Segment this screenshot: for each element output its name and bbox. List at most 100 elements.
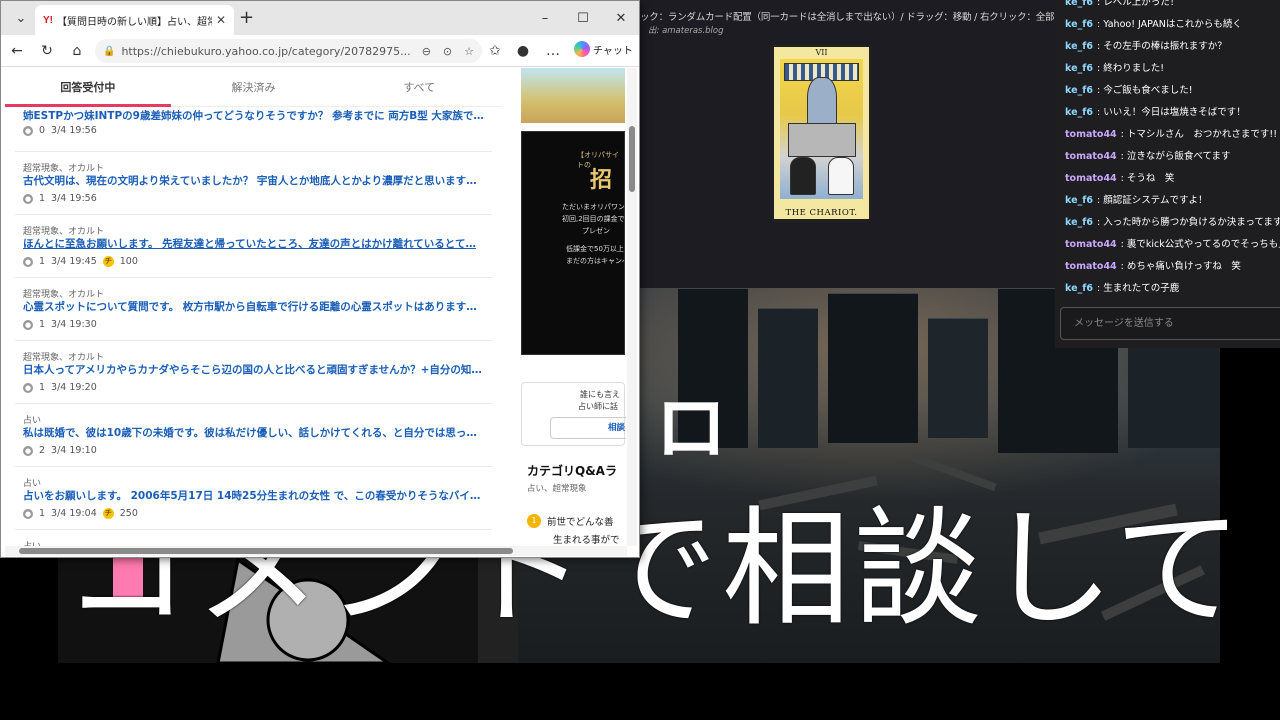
more-page-icon[interactable]: ⊙ bbox=[443, 45, 452, 58]
chat-message: tomato44: トマシルさん おつかれさまです!! bbox=[1065, 129, 1278, 140]
chat-username[interactable]: tomato44 bbox=[1065, 173, 1117, 184]
scroll-thumb[interactable] bbox=[19, 548, 513, 554]
horizontal-scrollbar[interactable] bbox=[5, 546, 627, 556]
chat-username[interactable]: ke_f6 bbox=[1065, 107, 1093, 118]
minimize-button[interactable]: – bbox=[525, 1, 565, 35]
question-meta: ● 1 3/4 19:30 bbox=[23, 319, 97, 330]
tab-open[interactable]: 回答受付中 bbox=[5, 68, 171, 107]
question-meta: ● 0 3/4 19:56 bbox=[23, 125, 97, 136]
question-date: 3/4 19:10 bbox=[51, 445, 97, 456]
copilot-icon bbox=[574, 41, 590, 57]
tab-all[interactable]: すべて bbox=[336, 68, 502, 106]
home-icon[interactable]: ⌂ bbox=[63, 35, 91, 67]
question-item[interactable]: 占い 私は既婚で、彼は10歳下の未婚です。彼は私だけ優しい、話しかけてくれる、と自… bbox=[15, 404, 492, 467]
chat-message: tomato44: 泣きながら飯食べてます bbox=[1065, 151, 1231, 162]
question-date: 3/4 19:04 bbox=[51, 508, 97, 519]
favorites-icon[interactable]: ✩ bbox=[481, 35, 509, 67]
chat-username[interactable]: ke_f6 bbox=[1065, 19, 1093, 30]
question-title[interactable]: 姉ESTPかつ妹INTPの9歳差姉妹の仲ってどうなりそうですか？ 参考までに 両… bbox=[23, 108, 489, 123]
chat-message: ke_f6: 入った時から勝つか負けるか決まってます... bbox=[1055, 212, 1280, 234]
tarot-number: VII bbox=[815, 48, 828, 57]
chat-message: ke_f6: Yahoo! JAPANはこれからも続く bbox=[1065, 19, 1242, 30]
profile-avatar-icon[interactable]: ● bbox=[509, 35, 537, 67]
answer-count-icon: ● bbox=[23, 256, 33, 267]
chat-text: Yahoo! JAPANはこれからも続く bbox=[1103, 19, 1242, 30]
tarot-figure bbox=[807, 77, 837, 127]
question-item[interactable]: 姉ESTPかつ妹INTPの9歳差姉妹の仲ってどうなりそうですか？ 参考までに 両… bbox=[15, 108, 492, 152]
question-item[interactable]: 超常現象、オカルト ほんとに至急お願いします。 先程友達と帰っていたところ、友達の… bbox=[15, 215, 492, 278]
chat-text: レベル上がった！ bbox=[1103, 0, 1180, 8]
question-date: 3/4 19:45 bbox=[51, 256, 97, 267]
maximize-button[interactable]: ☐ bbox=[563, 1, 603, 35]
ad-line: ただいまオリパワン bbox=[562, 203, 625, 211]
vertical-scrollbar[interactable] bbox=[627, 68, 637, 546]
chat-message: tomato44: そうね 笑 bbox=[1065, 173, 1175, 184]
new-tab-plus-icon[interactable]: + bbox=[239, 7, 254, 28]
coin-icon: チ bbox=[102, 508, 114, 519]
answer-count: 1 bbox=[39, 193, 46, 204]
rank-line: 前世でどんな善 bbox=[547, 517, 614, 528]
question-date: 3/4 19:56 bbox=[51, 193, 97, 204]
browser-tab[interactable]: Y! 【質問日時の新しい順】占い、超常現象 ✕ bbox=[35, 5, 234, 35]
page-content: 回答受付中 解決済み すべて 姉ESTPかつ妹INTPの9歳差姉妹の仲ってどうな… bbox=[5, 68, 630, 548]
rank-badge: 1 bbox=[527, 514, 541, 528]
back-arrow-icon[interactable]: ← bbox=[3, 35, 31, 67]
answer-count: 2 bbox=[39, 445, 46, 456]
question-item[interactable]: 占い 占いをお願いします。 2006年5月17日 14時25分生まれの女性 で、こ… bbox=[15, 467, 492, 530]
scroll-thumb[interactable] bbox=[629, 126, 635, 192]
chat-message-list[interactable]: ke_f6: レベル上がった！ ke_f6: Yahoo! JAPANはこれからも… bbox=[1055, 0, 1280, 300]
chat-message: ke_f6: その左手の棒は振れますか？ bbox=[1065, 41, 1227, 52]
chat-username[interactable]: ke_f6 bbox=[1065, 63, 1093, 74]
category-ranking-sub: 占い、超常現象 bbox=[527, 484, 587, 494]
tab-resolved[interactable]: 解決済み bbox=[171, 68, 337, 106]
chat-message: tomato44: めちゃ痛い負けっすね 笑 bbox=[1065, 261, 1241, 272]
url-field[interactable]: 🔒 https://chiebukuro.yahoo.co.jp/categor… bbox=[95, 39, 482, 63]
copilot-label: チャット bbox=[593, 45, 633, 57]
chat-username[interactable]: tomato44 bbox=[1065, 261, 1117, 272]
chat-text: 今ご飯も食べました! bbox=[1103, 85, 1193, 96]
chat-text: その左手の棒は振れますか？ bbox=[1103, 41, 1227, 52]
chat-username[interactable]: tomato44 bbox=[1065, 151, 1117, 162]
ad-banner-top[interactable] bbox=[521, 68, 625, 123]
question-item[interactable]: 超常現象、オカルト 日本人ってアメリカやらカナダやらそこら辺の国の人と比べると頑固… bbox=[15, 341, 492, 404]
question-title[interactable]: ほんとに至急お願いします。 先程友達と帰っていたところ、友達の声とはかけ離れてい… bbox=[23, 236, 489, 251]
answer-count: 0 bbox=[39, 125, 46, 136]
chat-username[interactable]: ke_f6 bbox=[1065, 217, 1093, 228]
question-title[interactable]: 占いをお願いします。 2006年5月17日 14時25分生まれの女性 で、この春… bbox=[23, 488, 489, 503]
ranking-item[interactable]: 1 前世でどんな善 生まれる事がで bbox=[527, 514, 620, 546]
favorite-star-icon[interactable]: ☆ bbox=[464, 45, 474, 58]
tarot-name: THE CHARIOT. bbox=[785, 208, 858, 218]
question-item[interactable]: 超常現象、オカルト 古代文明は、現在の文明より栄えていましたか？ 宇宙人とか地底人… bbox=[15, 152, 492, 215]
zoom-icon[interactable]: ⊖ bbox=[422, 45, 431, 58]
ad-banner-oripa[interactable]: 【オリパサイトの 招 ただいまオリパワン 初回,2回目の課金で プレゼン 低課金… bbox=[521, 131, 625, 355]
chat-username[interactable]: tomato44 bbox=[1065, 129, 1117, 140]
chat-input[interactable]: メッセージを送信する bbox=[1060, 307, 1280, 340]
consult-text: 誰にも言え bbox=[580, 390, 620, 399]
question-title[interactable]: 私は既婚で、彼は10歳下の未婚です。彼は私だけ優しい、話しかけてくれる、と自分で… bbox=[23, 425, 489, 440]
chat-username[interactable]: ke_f6 bbox=[1065, 283, 1093, 294]
question-meta: ● 1 3/4 19:20 bbox=[23, 382, 97, 393]
category-ranking-heading: カテゴリQ&Aラ bbox=[527, 464, 617, 478]
tarot-card[interactable]: VII THE CHARIOT. bbox=[771, 44, 872, 222]
consult-button[interactable]: 相談 bbox=[550, 417, 626, 439]
chat-message: ke_f6: 今ご飯も食べました! bbox=[1065, 85, 1193, 96]
settings-more-icon[interactable]: … bbox=[539, 35, 567, 67]
question-title[interactable]: 古代文明は、現在の文明より栄えていましたか？ 宇宙人とか地底人とかより濃厚だと思… bbox=[23, 173, 489, 188]
chat-username[interactable]: ke_f6 bbox=[1065, 0, 1093, 8]
close-tab-icon[interactable]: ✕ bbox=[216, 13, 226, 27]
url-text: https://chiebukuro.yahoo.co.jp/category/… bbox=[121, 44, 411, 58]
chat-text: そうね 笑 bbox=[1126, 173, 1175, 184]
reload-icon[interactable]: ↻ bbox=[33, 35, 61, 67]
question-title[interactable]: 日本人ってアメリカやらカナダやらそこら辺の国の人と比べると頑固すぎませんか？+自… bbox=[23, 362, 489, 377]
chat-username[interactable]: tomato44 bbox=[1065, 239, 1117, 250]
chat-text: いいえ！今日は塩焼きそばです！ bbox=[1103, 107, 1246, 118]
question-item[interactable]: 超常現象、オカルト 心霊スポットについて質問です。 枚方市駅から自転車で行ける距離… bbox=[15, 278, 492, 341]
copilot-button[interactable]: チャット bbox=[574, 41, 633, 57]
question-date: 3/4 19:56 bbox=[51, 125, 97, 136]
question-title[interactable]: 心霊スポットについて質問です。 枚方市駅から自転車で行ける距離の心霊スポットはあ… bbox=[23, 299, 489, 314]
chat-username[interactable]: ke_f6 bbox=[1065, 195, 1093, 206]
site-info-icon[interactable]: 🔒 bbox=[103, 46, 115, 57]
close-window-button[interactable]: ✕ bbox=[601, 1, 639, 35]
chat-username[interactable]: ke_f6 bbox=[1065, 41, 1093, 52]
chat-username[interactable]: ke_f6 bbox=[1065, 85, 1093, 96]
